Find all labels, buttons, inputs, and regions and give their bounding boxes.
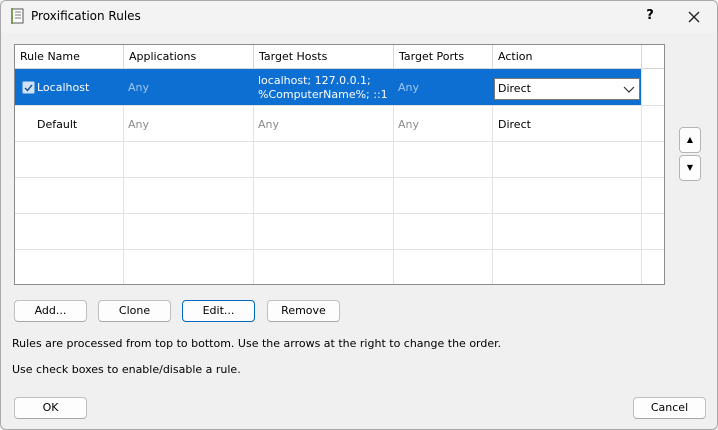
add-button[interactable]: Add...: [14, 300, 87, 322]
edit-button[interactable]: Edit...: [182, 300, 255, 322]
grid-line: [15, 141, 664, 142]
grid-line: [15, 177, 664, 178]
arrow-down-icon: ▼: [686, 163, 694, 172]
rule-enabled-checkbox[interactable]: [22, 81, 35, 94]
close-icon: [688, 11, 700, 23]
order-instructions: Rules are processed from top to bottom. …: [12, 337, 502, 350]
help-button[interactable]: ?: [638, 6, 662, 28]
rule-name-cell: Localhost: [37, 81, 90, 94]
title-bar: Proxification Rules ?: [1, 1, 717, 33]
column-header-rule-name[interactable]: Rule Name: [15, 45, 124, 69]
cancel-button[interactable]: Cancel: [633, 397, 706, 419]
applications-cell: Any: [128, 118, 150, 131]
rules-table[interactable]: Rule Name Applications Target Hosts Targ…: [14, 44, 665, 285]
move-up-button[interactable]: ▲: [679, 127, 701, 153]
move-down-button[interactable]: ▼: [679, 155, 701, 181]
action-cell: Direct: [498, 118, 531, 131]
column-header-applications[interactable]: Applications: [124, 45, 254, 69]
rule-name-cell: Default: [37, 118, 78, 131]
target-ports-cell: Any: [398, 81, 420, 94]
checkmark-icon: [24, 84, 33, 92]
remove-button[interactable]: Remove: [267, 300, 340, 322]
checkbox-instructions: Use check boxes to enable/disable a rule…: [12, 363, 241, 376]
target-ports-cell: Any: [398, 118, 420, 131]
column-header-action[interactable]: Action: [493, 45, 642, 69]
clone-button[interactable]: Clone: [98, 300, 171, 322]
target-hosts-cell-line2: %ComputerName%; ::1: [258, 88, 388, 101]
chevron-down-icon: [623, 86, 635, 93]
window-title: Proxification Rules: [31, 9, 141, 23]
ok-button[interactable]: OK: [14, 397, 87, 419]
action-dropdown[interactable]: Direct: [494, 78, 640, 100]
rules-book-icon: [10, 7, 26, 25]
grid-line: [15, 249, 664, 250]
column-header-target-ports[interactable]: Target Ports: [394, 45, 493, 69]
target-hosts-cell-line1: localhost; 127.0.0.1;: [258, 74, 371, 87]
arrow-up-icon: ▲: [686, 135, 694, 144]
action-dropdown-value: Direct: [498, 82, 531, 95]
grid-line: [15, 213, 664, 214]
applications-cell: Any: [128, 81, 150, 94]
column-header-target-hosts[interactable]: Target Hosts: [254, 45, 394, 69]
close-button[interactable]: [681, 5, 707, 29]
column-header-filler: [642, 45, 664, 69]
proxification-rules-dialog: Proxification Rules ? Rule Name Applicat…: [0, 0, 718, 430]
target-hosts-cell: Any: [258, 118, 280, 131]
table-row-default[interactable]: [15, 106, 641, 141]
